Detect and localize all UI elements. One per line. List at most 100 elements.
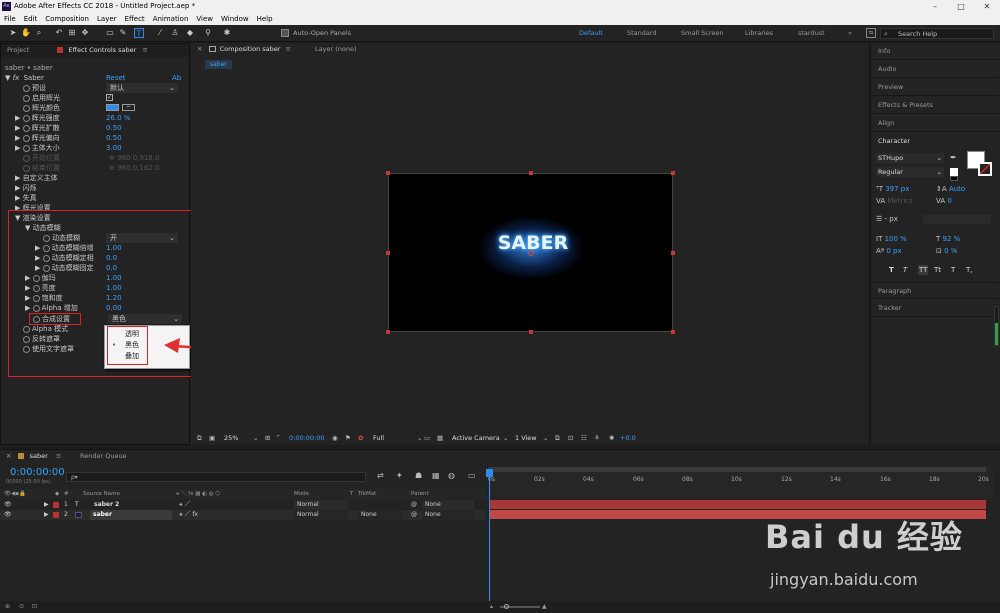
panel-preview[interactable]: Preview — [871, 79, 999, 96]
sync-icon[interactable]: ⇆ — [866, 28, 876, 38]
stopwatch-icon[interactable] — [23, 104, 30, 112]
subscript-button[interactable]: T, — [966, 265, 973, 275]
stopwatch-icon[interactable] — [22, 124, 30, 132]
comp-mini-flowchart-icon[interactable]: ⇄ — [377, 471, 384, 480]
menu-composition[interactable]: Composition — [45, 15, 89, 23]
workspace-libraries[interactable]: Libraries — [745, 29, 773, 37]
snapshot-icon[interactable]: ◉ — [332, 432, 338, 445]
exposure-value[interactable]: +0.0 — [620, 432, 636, 445]
shy-layers-icon[interactable]: ☗ — [415, 471, 422, 480]
visibility-eye-icon[interactable]: 👁 — [4, 510, 12, 520]
playhead-handle[interactable] — [486, 469, 493, 477]
horizontal-scale-field[interactable]: T 92 % — [936, 234, 960, 244]
hand-tool-icon[interactable]: ✋ — [21, 28, 31, 38]
zoom-out-icon[interactable]: ▴ — [490, 601, 493, 613]
type-tool-icon[interactable]: T — [134, 28, 144, 38]
rectangle-tool-icon[interactable]: ▭ — [105, 28, 115, 38]
maximize-icon[interactable]: □ — [948, 0, 974, 13]
mask-visibility-icon[interactable]: ⌜ — [277, 432, 280, 445]
panel-info[interactable]: Info — [871, 43, 999, 60]
work-area-bar[interactable] — [488, 467, 986, 472]
stroke-width-field[interactable]: ☰ - px — [876, 214, 898, 224]
close-tab-icon[interactable]: ✕ — [197, 45, 202, 53]
layer-parent-dropdown[interactable]: None — [422, 510, 474, 520]
workspace-small-screen[interactable]: Small Screen — [681, 29, 723, 37]
expand-arrow-icon[interactable]: ▶ — [44, 510, 49, 520]
layer-parent-dropdown[interactable]: None — [422, 500, 474, 510]
enable-glow-checkbox[interactable]: ✓ — [106, 94, 113, 101]
tsume-field[interactable]: ⊡ 0 % — [936, 246, 957, 256]
layer-name[interactable]: saber 2 — [94, 500, 119, 510]
panel-character-title[interactable]: Character — [871, 133, 999, 150]
layer-bar[interactable] — [490, 500, 986, 509]
glow-intensity-value[interactable]: 26.0 % — [106, 113, 130, 123]
monitor-icon[interactable]: ▣ — [209, 432, 215, 445]
handle-bottom-left[interactable] — [386, 330, 390, 334]
stopwatch-icon[interactable] — [22, 134, 30, 142]
panel-paragraph[interactable]: Paragraph — [871, 282, 999, 299]
expand-arrow-icon[interactable]: ▶ — [15, 144, 20, 152]
graph-editor-icon[interactable]: ▭ — [468, 471, 476, 480]
layer-mode-dropdown[interactable]: Normal — [294, 500, 348, 510]
toggle-pixel-aspect-icon[interactable]: ⧉ — [555, 432, 560, 445]
faux-bold-button[interactable]: T — [889, 265, 894, 275]
composition-subtab[interactable]: saber — [205, 60, 232, 69]
fx-icon[interactable]: fx — [13, 74, 20, 82]
expand-arrow-icon[interactable]: ▶ — [15, 184, 20, 192]
menu-help[interactable]: Help — [257, 15, 273, 23]
frame-blending-icon[interactable]: ▦ — [432, 471, 440, 480]
layer-row[interactable]: 👁 ▶ 1 T saber 2 ⚹ ／ Normal @ None — [0, 500, 486, 510]
small-caps-button[interactable]: Tt — [934, 265, 941, 275]
group-custom-core[interactable]: ▶ 自定义主体 — [15, 173, 58, 183]
zoom-tool-icon[interactable]: ⌕ — [34, 28, 44, 38]
preset-dropdown[interactable]: 默认 ⌄ — [106, 83, 178, 93]
all-caps-button[interactable]: TT — [918, 265, 929, 275]
handle-bottom-center[interactable] — [529, 330, 533, 334]
menu-edit[interactable]: Edit — [24, 15, 38, 23]
leading-field[interactable]: ⇕A Auto — [936, 184, 965, 194]
column-source-name[interactable]: Source Name — [83, 489, 120, 499]
expand-arrow-icon[interactable]: ▶ — [15, 124, 20, 132]
in-out-toggle-icon[interactable]: ⊡ — [32, 601, 37, 613]
glow-spread-value[interactable]: 0.50 — [106, 123, 122, 133]
magnification-dropdown[interactable]: 25% — [224, 432, 238, 445]
auto-open-checkbox[interactable] — [281, 29, 289, 37]
tab-composition[interactable]: Composition saber — [220, 45, 281, 53]
workspace-more[interactable]: » — [848, 29, 852, 37]
panel-menu-icon[interactable]: ≡ — [56, 452, 61, 460]
panel-menu-icon[interactable]: ≡ — [286, 45, 291, 53]
exposure-icon[interactable]: ✺ — [609, 432, 614, 445]
motion-blur-switch-icon[interactable]: ◍ — [448, 471, 455, 480]
layer-label-color[interactable] — [53, 502, 59, 508]
reset-link[interactable]: Reset — [106, 73, 126, 83]
roto-brush-tool-icon[interactable]: ⚲ — [203, 28, 213, 38]
tab-timeline[interactable]: ✕ saber ≡ — [6, 450, 61, 463]
show-snapshot-icon[interactable]: ⚑ — [345, 432, 351, 445]
layer-switches-icon[interactable]: ⚹ ／ — [179, 500, 191, 510]
handle-middle-right[interactable] — [671, 251, 675, 255]
vertical-scale-field[interactable]: IT 100 % — [876, 234, 907, 244]
menu-file[interactable]: File — [4, 15, 16, 23]
close-tab-icon[interactable]: ✕ — [6, 452, 11, 460]
workspace-default[interactable]: Default — [579, 29, 603, 37]
visibility-eye-icon[interactable]: 👁 — [4, 500, 12, 510]
timeline-icon[interactable]: ☷ — [581, 432, 587, 445]
flowchart-icon[interactable]: ⚘ — [594, 432, 600, 445]
grid-icon[interactable]: ⊞ — [265, 432, 270, 445]
handle-bottom-right[interactable] — [671, 330, 675, 334]
glow-bias-value[interactable]: 0.50 — [106, 133, 122, 143]
always-preview-icon[interactable]: ⧉ — [197, 432, 202, 445]
pen-tool-icon[interactable]: ✎ — [118, 28, 128, 38]
menu-layer[interactable]: Layer — [97, 15, 117, 23]
panel-menu-icon[interactable]: ≡ — [142, 46, 147, 54]
font-style-dropdown[interactable]: Regular ⌄ — [876, 167, 944, 177]
rotate-tool-icon[interactable]: ↶ — [54, 28, 64, 38]
group-flicker[interactable]: ▶ 闪烁 — [15, 183, 37, 193]
layer-label-color[interactable] — [53, 512, 59, 518]
close-icon[interactable]: ✕ — [974, 0, 1000, 13]
workspace-stardust[interactable]: stardust — [798, 29, 825, 37]
panel-tracker[interactable]: Tracker — [871, 300, 999, 317]
camera-tool-icon[interactable]: ⊞ — [67, 28, 77, 38]
search-help-input[interactable]: ⌕ Search Help — [880, 28, 994, 39]
zoom-slider-thumb[interactable] — [504, 604, 509, 609]
